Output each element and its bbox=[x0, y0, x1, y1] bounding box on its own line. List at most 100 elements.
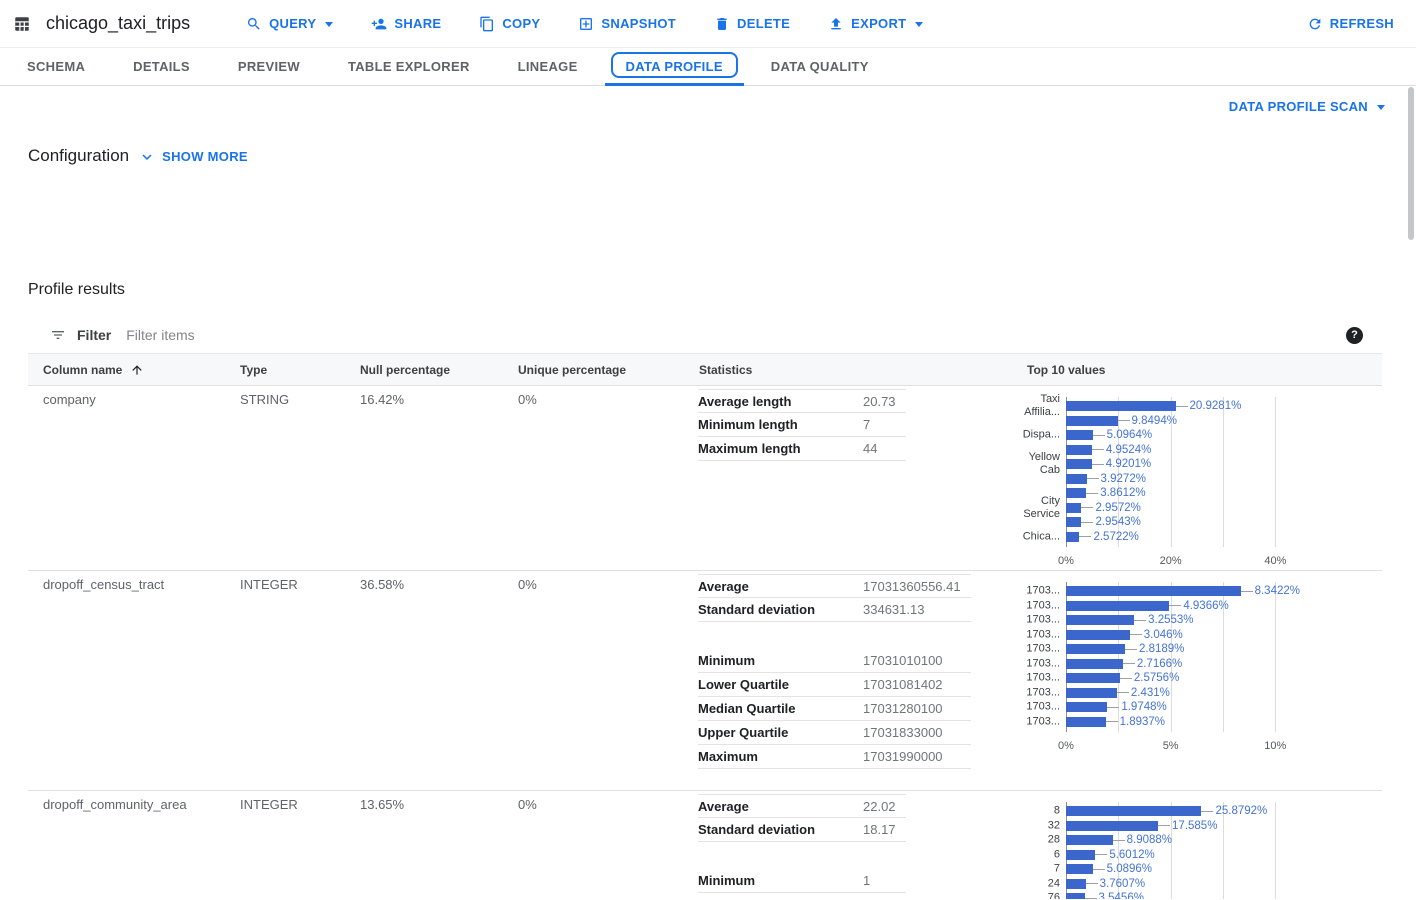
bar-value-annotation: 3.2553% bbox=[1134, 614, 1193, 626]
bar-category-label: Dispa... bbox=[1020, 429, 1060, 442]
annotation-stem bbox=[1092, 449, 1104, 450]
statistic-row: Minimum17031010100 bbox=[698, 649, 971, 673]
bar-value-annotation: 2.7166% bbox=[1123, 658, 1182, 670]
configuration-title: Configuration bbox=[28, 146, 129, 166]
x-axis-tick-label: 10% bbox=[1264, 740, 1286, 752]
annotation-text: 1.8937% bbox=[1120, 716, 1165, 728]
chart-gridline bbox=[1275, 802, 1276, 899]
bar-category-label: 1703... bbox=[1020, 643, 1060, 656]
tab-lineage[interactable]: LINEAGE bbox=[494, 48, 602, 85]
tab-data-quality[interactable]: DATA QUALITY bbox=[747, 48, 893, 85]
copy-button[interactable]: COPY bbox=[479, 16, 540, 32]
tab-preview[interactable]: PREVIEW bbox=[214, 48, 324, 85]
bar-value-annotation: 17.585% bbox=[1158, 820, 1217, 832]
annotation-stem bbox=[1241, 591, 1253, 592]
tab-details[interactable]: DETAILS bbox=[109, 48, 214, 85]
annotation-text: 8.9088% bbox=[1127, 834, 1172, 846]
bar-category-label: Chica... bbox=[1020, 530, 1060, 543]
statistic-row: Lower Quartile17031081402 bbox=[698, 673, 971, 697]
column-name-cell: dropoff_community_area bbox=[43, 797, 187, 812]
annotation-text: 1.9748% bbox=[1121, 701, 1166, 713]
table-grid-icon bbox=[13, 15, 31, 33]
bar-value-annotation: 25.8792% bbox=[1201, 805, 1267, 817]
annotation-stem bbox=[1120, 678, 1132, 679]
column-header-type[interactable]: Type bbox=[240, 363, 267, 377]
help-icon[interactable]: ? bbox=[1346, 327, 1363, 344]
bar-value-annotation: 8.3422% bbox=[1241, 585, 1300, 597]
statistic-label: Average bbox=[698, 579, 863, 594]
refresh-button-label: REFRESH bbox=[1330, 16, 1394, 31]
annotation-text: 2.9543% bbox=[1095, 516, 1140, 528]
chart-bar bbox=[1066, 445, 1092, 455]
chart-gridline bbox=[1275, 582, 1276, 732]
statistic-label: Average bbox=[698, 799, 863, 814]
sort-ascending-icon[interactable] bbox=[130, 363, 144, 377]
query-button[interactable]: QUERY bbox=[246, 16, 333, 32]
column-header-column-name[interactable]: Column name bbox=[43, 363, 144, 377]
annotation-text: 2.5756% bbox=[1134, 672, 1179, 684]
statistic-label: Minimum bbox=[698, 653, 863, 668]
annotation-stem bbox=[1095, 854, 1107, 855]
vertical-scrollbar-thumb[interactable] bbox=[1408, 87, 1414, 240]
data-profile-scan-label: DATA PROFILE SCAN bbox=[1229, 99, 1368, 114]
share-button[interactable]: SHARE bbox=[371, 16, 441, 32]
statistic-row: Average22.02 bbox=[698, 794, 906, 818]
annotation-text: 3.7607% bbox=[1100, 878, 1145, 890]
bar-value-annotation: 5.0896% bbox=[1093, 863, 1152, 875]
statistic-label: Lower Quartile bbox=[698, 677, 863, 692]
column-header-null-percentage[interactable]: Null percentage bbox=[360, 363, 450, 377]
bar-category-label: 1703... bbox=[1020, 715, 1060, 728]
table-header-bar: chicago_taxi_trips QUERY SHARE COPY SNAP… bbox=[0, 0, 1416, 48]
export-button[interactable]: EXPORT bbox=[828, 16, 923, 32]
statistic-row: Average length20.73 bbox=[698, 389, 906, 413]
annotation-stem bbox=[1158, 825, 1170, 826]
data-profile-scan-menu[interactable]: DATA PROFILE SCAN bbox=[1229, 99, 1385, 114]
tab-data-profile[interactable]: DATA PROFILE bbox=[602, 48, 747, 85]
bar-value-annotation: 3.9272% bbox=[1087, 473, 1146, 485]
type-cell: INTEGER bbox=[240, 797, 298, 812]
chart-bar bbox=[1066, 488, 1086, 498]
bar-value-annotation: 1.8937% bbox=[1106, 716, 1165, 728]
null-percentage-cell: 36.58% bbox=[360, 577, 404, 592]
type-cell: INTEGER bbox=[240, 577, 298, 592]
x-axis-tick-label: 20% bbox=[1160, 555, 1182, 567]
annotation-text: 3.9272% bbox=[1101, 473, 1146, 485]
column-header-top-10-values: Top 10 values bbox=[1027, 363, 1105, 377]
snapshot-button[interactable]: SNAPSHOT bbox=[578, 16, 676, 32]
tab-table-explorer[interactable]: TABLE EXPLORER bbox=[324, 48, 494, 85]
statistic-row: Standard deviation18.17 bbox=[698, 818, 906, 842]
refresh-button[interactable]: REFRESH bbox=[1307, 16, 1394, 32]
tab-schema[interactable]: SCHEMA bbox=[3, 48, 109, 85]
chart-bar bbox=[1066, 688, 1117, 698]
bar-category-label: CityService bbox=[1020, 495, 1060, 521]
chart-bar bbox=[1066, 401, 1176, 411]
chart-bar bbox=[1066, 630, 1130, 640]
caret-down-icon bbox=[1377, 105, 1385, 110]
bar-category-label: 1703... bbox=[1020, 599, 1060, 612]
profile-results-title: Profile results bbox=[28, 281, 125, 299]
data-profile-panel: DATA PROFILE SCAN Configuration SHOW MOR… bbox=[0, 86, 1416, 899]
export-button-label: EXPORT bbox=[851, 16, 906, 31]
filter-input[interactable] bbox=[126, 327, 1346, 343]
annotation-stem bbox=[1086, 883, 1098, 884]
delete-button[interactable]: DELETE bbox=[714, 16, 790, 32]
annotation-text: 25.8792% bbox=[1215, 805, 1267, 817]
show-more-button[interactable]: SHOW MORE bbox=[162, 149, 248, 164]
column-name-cell: dropoff_census_tract bbox=[43, 577, 164, 592]
bar-category-label: 8 bbox=[1020, 805, 1060, 818]
statistic-row: Maximum length44 bbox=[698, 437, 906, 461]
column-header-unique-percentage[interactable]: Unique percentage bbox=[518, 363, 626, 377]
trash-icon bbox=[714, 16, 730, 32]
bar-category-label: 24 bbox=[1020, 877, 1060, 890]
chart-bar bbox=[1066, 459, 1092, 469]
annotation-stem bbox=[1085, 898, 1097, 899]
chevron-down-icon[interactable] bbox=[138, 148, 156, 166]
bar-value-annotation: 2.431% bbox=[1117, 687, 1170, 699]
chart-bar bbox=[1066, 474, 1087, 484]
annotation-stem bbox=[1107, 707, 1119, 708]
statistic-row: Median Quartile17031280100 bbox=[698, 697, 971, 721]
annotation-stem bbox=[1176, 406, 1188, 407]
annotation-text: 3.8612% bbox=[1100, 487, 1145, 499]
annotation-stem bbox=[1079, 536, 1091, 537]
statistic-value: 17031010100 bbox=[863, 653, 953, 668]
